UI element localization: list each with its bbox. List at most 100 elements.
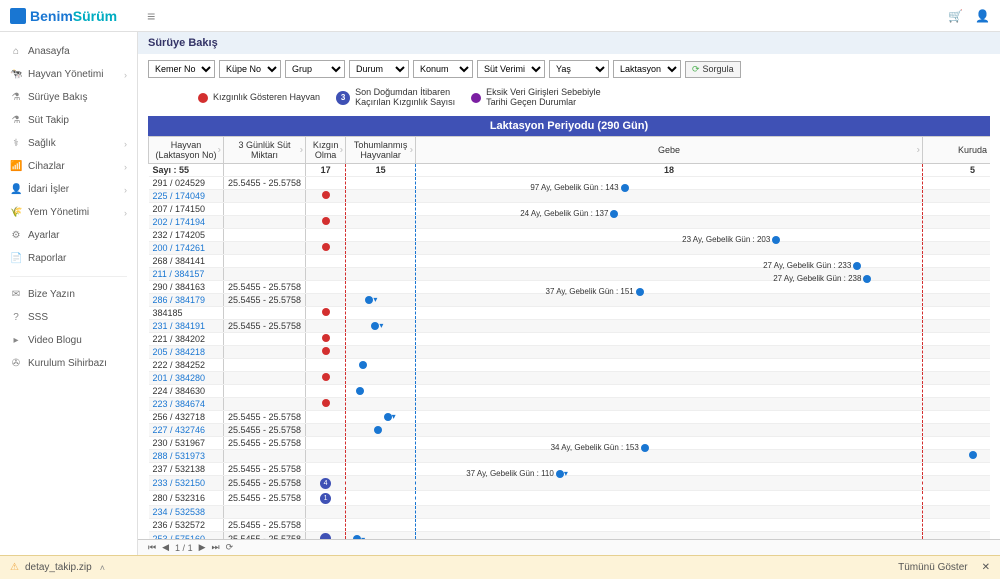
animal-id[interactable]: 223 / 384674 [153, 399, 206, 409]
pregnant-cell [416, 384, 923, 397]
chevron-up-icon[interactable]: ˄ [100, 563, 105, 573]
nav-icon: ⚗ [10, 92, 22, 103]
nav-icon: ⚙ [10, 230, 22, 241]
table-row: 280 / 53231625.5455 - 25.57581 [149, 490, 991, 505]
th-gebe[interactable]: Gebe› [416, 136, 923, 163]
nav-anasayfa[interactable]: ⌂Anasayfa [0, 40, 137, 63]
animal-id[interactable]: 233 / 532150 [153, 478, 206, 488]
logo[interactable]: BenimSürüm [10, 8, 117, 24]
pager-prev-icon[interactable]: ◀ [162, 542, 169, 553]
heat-cell [306, 345, 346, 358]
dry-cell [923, 436, 991, 449]
nav-sağlık[interactable]: ⚕Sağlık› [0, 132, 137, 155]
milk-value [224, 449, 306, 462]
animal-id[interactable]: 231 / 384191 [153, 321, 206, 331]
insem-cell [346, 436, 416, 449]
th-sut[interactable]: 3 Günlük Süt Miktarı› [224, 136, 306, 163]
filter-konum[interactable]: Konum [413, 60, 473, 78]
nav-raporlar[interactable]: 📄Raporlar [0, 247, 137, 270]
nav-hayvan-yönetimi[interactable]: 🐄Hayvan Yönetimi› [0, 63, 137, 86]
hamburger-icon[interactable]: ≡ [147, 8, 155, 24]
cart-icon[interactable]: 🛒 [948, 9, 963, 23]
animal-id: 232 / 174205 [153, 230, 206, 240]
pregnant-cell [416, 241, 923, 254]
table-row: 201 / 384280 [149, 371, 991, 384]
animal-id[interactable]: 205 / 384218 [153, 347, 206, 357]
filter-yaş[interactable]: Yaş [549, 60, 609, 78]
animal-id[interactable]: 202 / 174194 [153, 217, 206, 227]
insem-cell [346, 215, 416, 228]
filter-durum[interactable]: Durum [349, 60, 409, 78]
animal-id[interactable]: 200 / 174261 [153, 243, 206, 253]
filter-kemer-no[interactable]: Kemer No [148, 60, 215, 78]
pregnant-cell [416, 306, 923, 319]
milk-value: 25.5455 - 25.5758 [224, 293, 306, 306]
dry-cell [923, 384, 991, 397]
table-row: 230 / 53196725.5455 - 25.575834 Ay, Gebe… [149, 436, 991, 449]
insem-cell [346, 254, 416, 267]
pregnant-cell [416, 423, 923, 436]
nav-sürüye-bakış[interactable]: ⚗Sürüye Bakış [0, 86, 137, 109]
table-row: 236 / 53257225.5455 - 25.5758 [149, 518, 991, 531]
herd-grid: Hayvan (Laktasyon No)› 3 Günlük Süt Mikt… [148, 136, 990, 539]
animal-id[interactable]: 288 / 531973 [153, 451, 206, 461]
animal-id[interactable]: 234 / 532538 [153, 507, 206, 517]
user-icon[interactable]: 👤 [975, 9, 990, 23]
show-all-button[interactable]: Tümünü Göster [898, 562, 967, 573]
filter-grup[interactable]: Grup [285, 60, 345, 78]
blue-dot-icon [359, 361, 367, 369]
pregnant-cell [416, 505, 923, 518]
dry-cell [923, 462, 991, 475]
filter-süt-verimi[interactable]: Süt Verimi [477, 60, 545, 78]
milk-value [224, 215, 306, 228]
red-dot-icon [322, 308, 330, 316]
heat-cell: 1 [306, 490, 346, 505]
query-button[interactable]: ⟳Sorgula [685, 61, 741, 78]
insem-cell [346, 358, 416, 371]
filter-laktasyon[interactable]: Laktasyon [613, 60, 681, 78]
insem-cell [346, 397, 416, 410]
pregnant-cell: 23 Ay, Gebelik Gün : 203 [416, 228, 923, 241]
nav-cihazlar[interactable]: 📶Cihazlar› [0, 155, 137, 178]
table-row: 286 / 38417925.5455 - 25.5758▾ [149, 293, 991, 306]
dry-cell [923, 254, 991, 267]
close-icon[interactable]: ✕ [982, 562, 990, 573]
pager-refresh-icon[interactable]: ⟳ [226, 542, 234, 553]
animal-id[interactable]: 286 / 384179 [153, 295, 206, 305]
pager-next-icon[interactable]: ▶ [199, 542, 206, 553]
nav-label: Video Blogu [28, 335, 82, 346]
table-row: 291 / 02452925.5455 - 25.575897 Ay, Gebe… [149, 176, 991, 189]
insem-cell [346, 228, 416, 241]
download-file[interactable]: detay_takip.zip [25, 562, 92, 573]
animal-id[interactable]: 201 / 384280 [153, 373, 206, 383]
pager-last-icon[interactable]: ⏭ [212, 542, 220, 553]
pregnant-cell [416, 293, 923, 306]
pregnant-cell: 27 Ay, Gebelik Gün : 238 [416, 267, 923, 280]
dry-cell [923, 449, 991, 462]
filter-küpe-no[interactable]: Küpe No [219, 60, 281, 78]
animal-id[interactable]: 225 / 174049 [153, 191, 206, 201]
milk-value: 25.5455 - 25.5758 [224, 531, 306, 539]
nav-süt-takip[interactable]: ⚗Süt Takip [0, 109, 137, 132]
nav-sss[interactable]: ?SSS [0, 306, 137, 329]
nav-video-blogu[interactable]: ▸Video Blogu [0, 329, 137, 352]
nav-icon: ⌂ [10, 46, 22, 57]
table-row: 202 / 174194 [149, 215, 991, 228]
th-tohum[interactable]: Tohumlanmış Hayvanlar› [346, 136, 416, 163]
animal-id[interactable]: 211 / 384157 [153, 269, 205, 279]
pregnant-cell [416, 518, 923, 531]
th-hayvan[interactable]: Hayvan (Laktasyon No)› [149, 136, 224, 163]
pager-first-icon[interactable]: ⏮ [148, 542, 156, 553]
nav-bize-yazın[interactable]: ✉Bize Yazın [0, 283, 137, 306]
nav-kurulum-sihirbazı[interactable]: ✇Kurulum Sihirbazı [0, 352, 137, 375]
animal-id[interactable]: 227 / 432746 [153, 425, 206, 435]
nav-ayarlar[interactable]: ⚙Ayarlar [0, 224, 137, 247]
nav-yem-yönetimi[interactable]: 🌾Yem Yönetimi› [0, 201, 137, 224]
th-kuruda[interactable]: Kuruda› [923, 136, 991, 163]
dry-cell [923, 397, 991, 410]
dry-cell [923, 241, 991, 254]
pregnant-cell: 37 Ay, Gebelik Gün : 110▾ [416, 462, 923, 475]
nav-i̇dari-i̇şler[interactable]: 👤İdari İşler› [0, 178, 137, 201]
animal-id: 256 / 432718 [153, 412, 206, 422]
th-kizgin[interactable]: Kızgın Olma› [306, 136, 346, 163]
